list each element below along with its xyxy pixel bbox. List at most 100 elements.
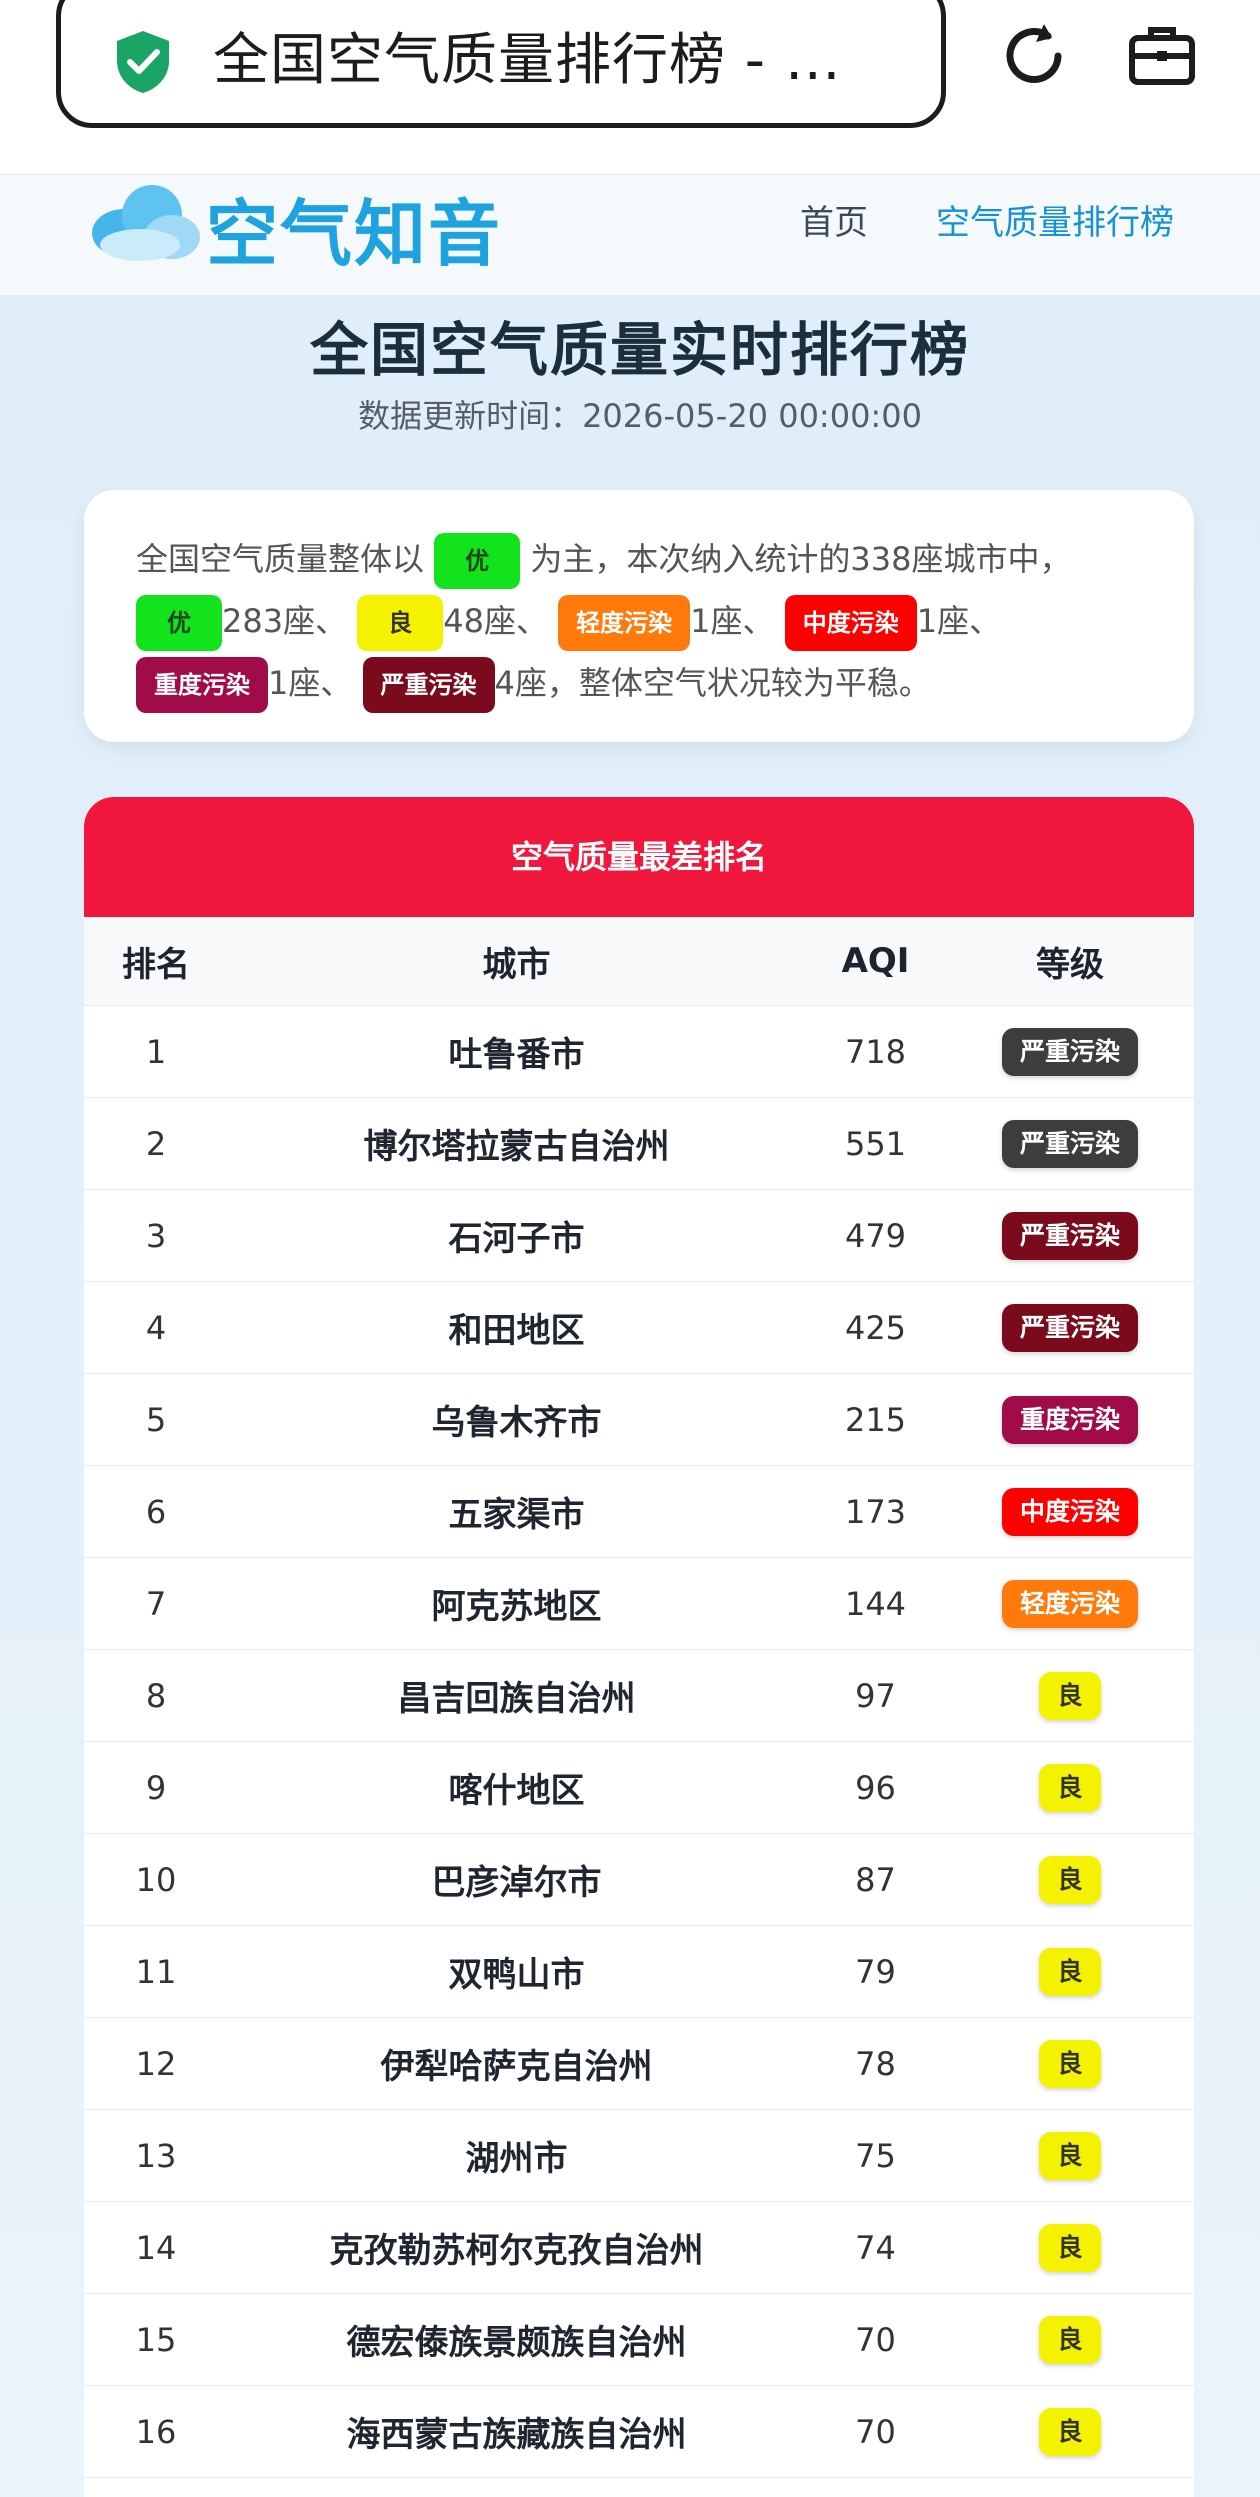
rank-cell: 8 bbox=[84, 1649, 228, 1742]
level-badge: 严重污染 bbox=[1001, 1303, 1138, 1352]
column-header-aqi: AQI bbox=[805, 917, 946, 1006]
aqi-cell: 70 bbox=[805, 2385, 946, 2478]
nav-home[interactable]: 首页 bbox=[800, 195, 868, 244]
level-cell: 严重污染 bbox=[946, 1189, 1194, 1282]
level-cell: 重度污染 bbox=[946, 1373, 1194, 1466]
table-row[interactable]: 15 德宏傣族景颇族自治州 70 良 bbox=[84, 2293, 1194, 2386]
site-header: 空气知音 首页 空气质量排行榜 bbox=[0, 175, 1260, 295]
browser-toolbar: 全国空气质量排行榜 - … bbox=[0, 0, 1260, 175]
city-cell: 双鸭山市 bbox=[228, 1925, 805, 2018]
level-cell: 轻度污染 bbox=[946, 1557, 1194, 1650]
aqi-cell: 425 bbox=[805, 1281, 946, 1374]
level-chip: 优 bbox=[434, 533, 521, 589]
city-cell: 喀什地区 bbox=[228, 1741, 805, 1834]
table-row[interactable]: 5 乌鲁木齐市 215 重度污染 bbox=[84, 1373, 1194, 1466]
aqi-cell: 718 bbox=[805, 1005, 946, 1098]
aqi-cell: 96 bbox=[805, 1741, 946, 1834]
city-cell: 阿克苏地区 bbox=[228, 1557, 805, 1650]
briefcase-icon[interactable] bbox=[1124, 18, 1200, 94]
level-badge: 轻度污染 bbox=[1001, 1579, 1138, 1628]
city-cell: 吐鲁番市 bbox=[228, 1005, 805, 1098]
level-cell: 良 bbox=[946, 1833, 1194, 1926]
table-row[interactable]: 6 五家渠市 173 中度污染 bbox=[84, 1465, 1194, 1558]
table-row[interactable]: 8 昌吉回族自治州 97 良 bbox=[84, 1649, 1194, 1742]
ranking-header: 空气质量最差排名 bbox=[84, 797, 1194, 917]
rank-cell: 1 bbox=[84, 1005, 228, 1098]
rank-cell: 2 bbox=[84, 1097, 228, 1190]
level-badge: 良 bbox=[1039, 2407, 1101, 2456]
aqi-cell: 215 bbox=[805, 1373, 946, 1466]
city-cell: 五家渠市 bbox=[228, 1465, 805, 1558]
city-cell: 伊犁哈萨克自治州 bbox=[228, 2017, 805, 2110]
summary-count: 1座、 bbox=[268, 664, 353, 702]
table-row[interactable]: 2 博尔塔拉蒙古自治州 551 严重污染 bbox=[84, 1097, 1194, 1190]
level-badge: 良 bbox=[1039, 2315, 1101, 2364]
level-badge: 中度污染 bbox=[1001, 1487, 1138, 1536]
level-cell: 良 bbox=[946, 2017, 1194, 2110]
level-cell: 严重污染 bbox=[946, 1281, 1194, 1374]
rank-cell: 7 bbox=[84, 1557, 228, 1650]
table-row[interactable]: 10 巴彦淖尔市 87 良 bbox=[84, 1833, 1194, 1926]
table-row[interactable]: 11 双鸭山市 79 良 bbox=[84, 1925, 1194, 2018]
column-header-level: 等级 bbox=[946, 917, 1194, 1006]
table-row[interactable]: 13 湖州市 75 良 bbox=[84, 2109, 1194, 2202]
level-badge: 良 bbox=[1039, 1671, 1101, 1720]
column-header-rank: 排名 bbox=[84, 917, 228, 1006]
aqi-cell: 144 bbox=[805, 1557, 946, 1650]
aqi-cell: 87 bbox=[805, 1833, 946, 1926]
table-row[interactable]: 9 喀什地区 96 良 bbox=[84, 1741, 1194, 1834]
address-bar[interactable]: 全国空气质量排行榜 - … bbox=[56, 0, 946, 128]
table-row[interactable]: 7 阿克苏地区 144 轻度污染 bbox=[84, 1557, 1194, 1650]
level-cell: 严重污染 bbox=[946, 1097, 1194, 1190]
cloud-logo-icon[interactable] bbox=[84, 175, 202, 265]
city-cell: 海西蒙古族藏族自治州 bbox=[228, 2385, 805, 2478]
level-chip: 优 bbox=[136, 595, 222, 651]
summary-count: 4座，整体空气状况较为平稳。 bbox=[494, 664, 931, 702]
table-row[interactable]: 12 伊犁哈萨克自治州 78 良 bbox=[84, 2017, 1194, 2110]
nav-ranking[interactable]: 空气质量排行榜 bbox=[936, 195, 1174, 244]
aqi-cell: 79 bbox=[805, 1925, 946, 2018]
city-cell: 昌吉回族自治州 bbox=[228, 1649, 805, 1742]
level-cell: 良 bbox=[946, 2293, 1194, 2386]
city-cell: 石河子市 bbox=[228, 1189, 805, 1282]
city-cell: 巴彦淖尔市 bbox=[228, 1833, 805, 1926]
city-cell: 克孜勒苏柯尔克孜自治州 bbox=[228, 2201, 805, 2294]
update-time: 数据更新时间：2026-05-20 00:00:00 bbox=[358, 397, 922, 435]
city-cell: 湖州市 bbox=[228, 2109, 805, 2202]
rank-cell: 5 bbox=[84, 1373, 228, 1466]
level-badge: 良 bbox=[1039, 1855, 1101, 1904]
ranking-table: 排名 城市 AQI 等级 1 吐鲁番市 718 严重污染 2 博尔塔拉蒙古自治州 551 严重… bbox=[84, 917, 1194, 2478]
rank-cell: 4 bbox=[84, 1281, 228, 1374]
level-cell: 良 bbox=[946, 1925, 1194, 2018]
shield-check-icon bbox=[117, 31, 169, 93]
level-cell: 良 bbox=[946, 1649, 1194, 1742]
aqi-cell: 479 bbox=[805, 1189, 946, 1282]
summary-count: 283座、 bbox=[222, 602, 348, 640]
table-header-row: 排名 城市 AQI 等级 bbox=[84, 917, 1194, 1006]
page-url-title: 全国空气质量排行榜 - … bbox=[213, 28, 842, 93]
table-row[interactable]: 14 克孜勒苏柯尔克孜自治州 74 良 bbox=[84, 2201, 1194, 2294]
site-logo[interactable]: 空气知音 bbox=[206, 175, 502, 280]
level-cell: 良 bbox=[946, 1741, 1194, 1834]
level-chip: 良 bbox=[357, 595, 444, 651]
ranking-card: 空气质量最差排名 排名 城市 AQI 等级 1 吐鲁番市 718 严重污染 2 博尔塔拉蒙… bbox=[84, 797, 1194, 2497]
table-row[interactable]: 4 和田地区 425 严重污染 bbox=[84, 1281, 1194, 1374]
level-badge: 严重污染 bbox=[1001, 1119, 1138, 1168]
table-row[interactable]: 16 海西蒙古族藏族自治州 70 良 bbox=[84, 2385, 1194, 2478]
level-chip: 中度污染 bbox=[784, 595, 917, 651]
rank-cell: 6 bbox=[84, 1465, 228, 1558]
table-row[interactable]: 3 石河子市 479 严重污染 bbox=[84, 1189, 1194, 1282]
city-cell: 德宏傣族景颇族自治州 bbox=[228, 2293, 805, 2386]
table-row[interactable]: 1 吐鲁番市 718 严重污染 bbox=[84, 1005, 1194, 1098]
rank-cell: 3 bbox=[84, 1189, 228, 1282]
level-badge: 良 bbox=[1039, 1947, 1101, 1996]
level-badge: 严重污染 bbox=[1001, 1027, 1138, 1076]
column-header-city: 城市 bbox=[228, 917, 805, 1006]
summary-card: 全国空气质量整体以 优 为主，本次纳入统计的338座城市中， 优 283座、 良4… bbox=[84, 490, 1194, 742]
aqi-cell: 97 bbox=[805, 1649, 946, 1742]
summary-count: 1座、 bbox=[916, 602, 1002, 640]
rank-cell: 15 bbox=[84, 2293, 228, 2386]
rank-cell: 11 bbox=[84, 1925, 228, 2018]
reload-icon[interactable] bbox=[996, 18, 1072, 94]
aqi-cell: 70 bbox=[805, 2293, 946, 2386]
